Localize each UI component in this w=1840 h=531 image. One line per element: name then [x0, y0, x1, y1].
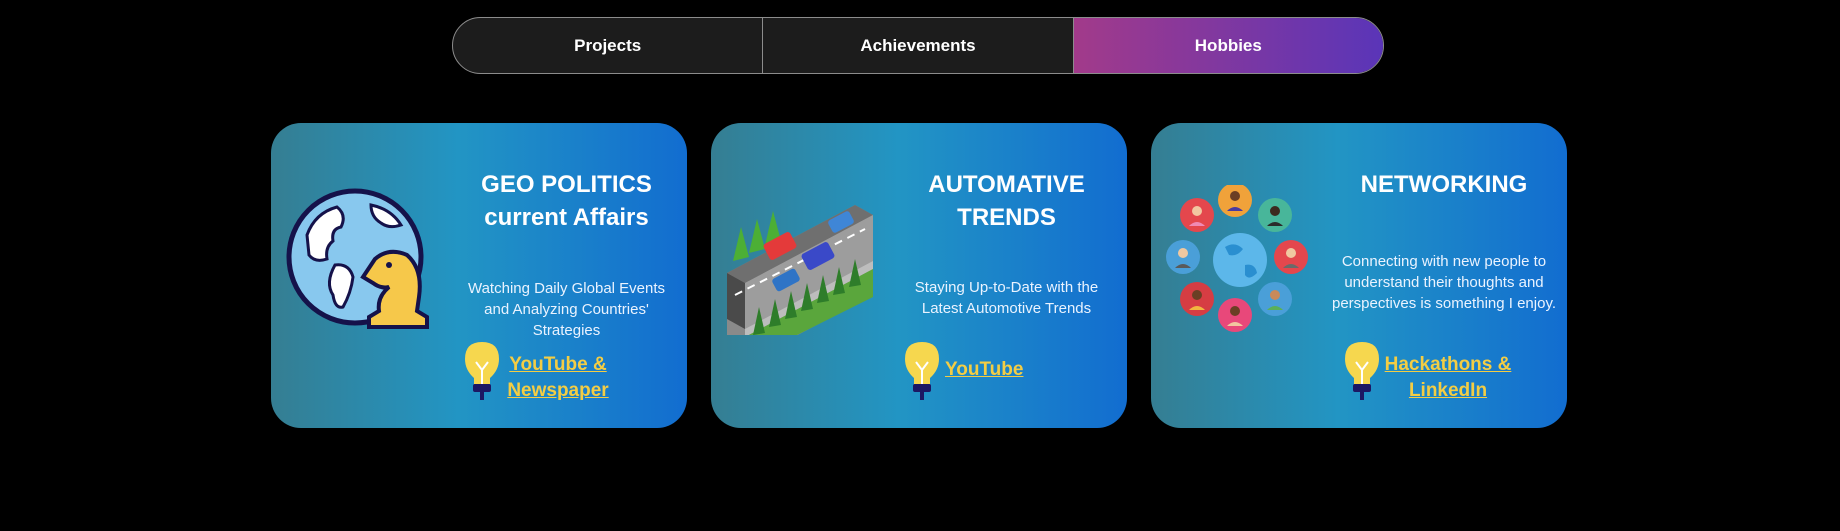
tab-projects[interactable]: Projects — [453, 18, 762, 73]
card-text: GEO POLITICS current Affairs Watching Da… — [456, 123, 677, 341]
card-link-row: Hackathons & LinkedIn — [1343, 340, 1513, 404]
tab-achievements[interactable]: Achievements — [762, 18, 1072, 73]
card-link[interactable]: Hackathons & LinkedIn — [1383, 352, 1513, 404]
highway-traffic-icon — [727, 205, 873, 335]
card-link[interactable]: YouTube & Newspaper — [503, 352, 613, 404]
lightbulb-icon — [465, 342, 499, 400]
card-title-line1: AUTOMATIVE — [928, 171, 1085, 198]
card-title-line2: TRENDS — [957, 204, 1056, 231]
tab-hobbies[interactable]: Hobbies — [1072, 18, 1383, 73]
card-description: Watching Daily Global Events and Analyzi… — [467, 280, 666, 339]
card-link[interactable]: YouTube — [945, 357, 1023, 383]
lightbulb-icon — [1345, 342, 1379, 400]
card-title-line1: GEO POLITICS — [481, 171, 652, 198]
section-tabs: Projects Achievements Hobbies — [452, 17, 1384, 74]
people-network-globe-icon — [1166, 185, 1308, 332]
globe-chess-knight-icon — [286, 188, 429, 329]
card-description: Connecting with new people to understand… — [1332, 253, 1556, 312]
card-title: NETWORKING — [1331, 168, 1557, 201]
card-title-line2: current Affairs — [484, 204, 649, 231]
card-title: GEO POLITICS current Affairs — [456, 168, 677, 234]
card-link-row: YouTube — [903, 340, 1023, 402]
hobby-card-geopolitics: GEO POLITICS current Affairs Watching Da… — [271, 123, 687, 428]
card-title-line1: NETWORKING — [1360, 171, 1528, 198]
lightbulb-icon — [905, 342, 939, 400]
card-description: Staying Up-to-Date with the Latest Autom… — [914, 279, 1099, 317]
card-title: AUTOMATIVE TRENDS — [896, 168, 1117, 234]
card-link-row: YouTube & Newspaper — [463, 340, 613, 404]
hobby-card-networking: NETWORKING Connecting with new people to… — [1151, 123, 1567, 428]
card-text: AUTOMATIVE TRENDS Staying Up-to-Date wit… — [896, 123, 1117, 319]
hobby-card-automotive: AUTOMATIVE TRENDS Staying Up-to-Date wit… — [711, 123, 1127, 428]
card-text: NETWORKING Connecting with new people to… — [1331, 123, 1557, 314]
